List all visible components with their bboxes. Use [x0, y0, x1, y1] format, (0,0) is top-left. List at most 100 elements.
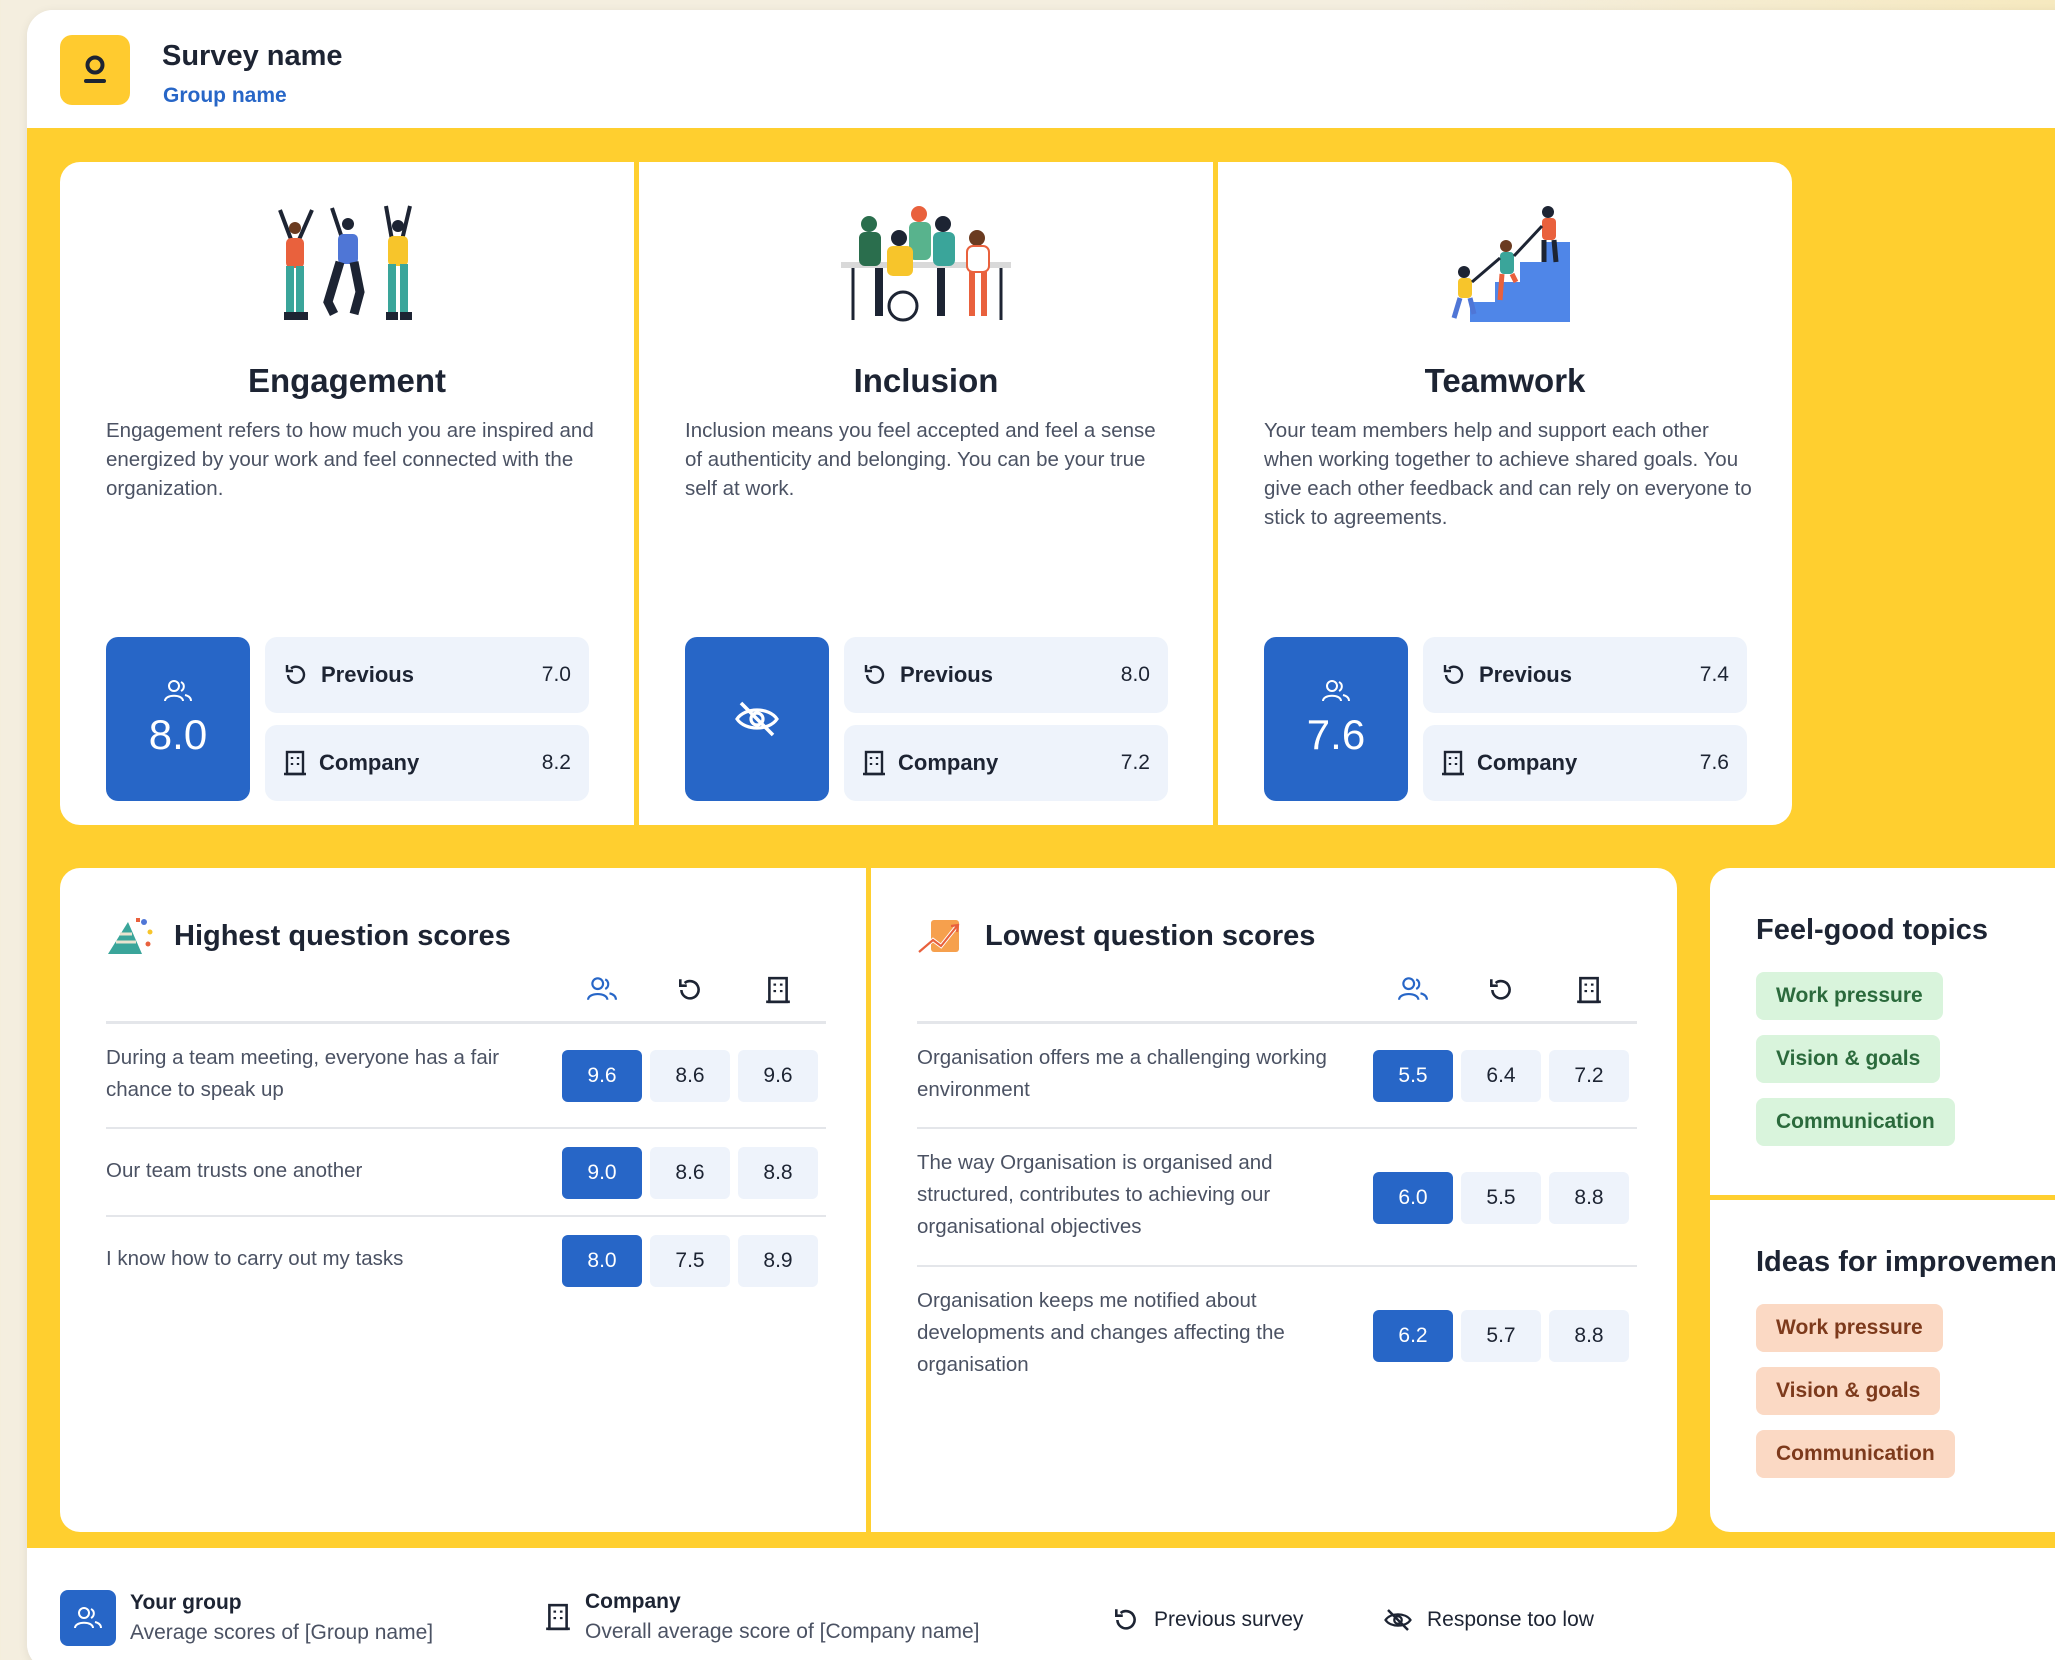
history-icon — [864, 665, 885, 684]
previous-score: 5.5 — [1461, 1172, 1541, 1224]
previous-value: 7.0 — [541, 663, 571, 686]
improvement-chip[interactable]: Communication — [1756, 1430, 1955, 1478]
column-icons — [60, 976, 866, 1016]
legend-previous-survey: Previous survey — [1112, 1606, 1303, 1634]
report-board: Engagement Engagement refers to how much… — [27, 128, 2055, 1548]
people-icon — [1398, 977, 1428, 1001]
legend-your-group: Your group Average scores of [Group name… — [60, 1590, 433, 1646]
previous-value: 7.4 — [1699, 663, 1729, 686]
question-text: Organisation keeps me notified about dev… — [917, 1289, 1285, 1376]
improvement-chip[interactable]: Work pressure — [1756, 1304, 1943, 1352]
feel-good-chip[interactable]: Work pressure — [1756, 972, 1943, 1020]
feel-good-chip[interactable]: Communication — [1756, 1098, 1955, 1146]
feel-good-title: Feel-good topics — [1756, 914, 1988, 946]
legend-response-low-label: Response too low — [1427, 1608, 1594, 1631]
company-value: 8.2 — [541, 751, 571, 774]
previous-label: Previous — [321, 662, 414, 687]
company-value: 7.2 — [1120, 751, 1150, 774]
history-icon — [1490, 979, 1511, 1000]
question-text: I know how to carry out my tasks — [106, 1247, 404, 1270]
legend-company-sub: Overall average score of [Company name] — [585, 1620, 980, 1643]
previous-score-row: Previous 8.0 — [844, 637, 1168, 713]
company-score: 8.8 — [1549, 1172, 1629, 1224]
topic-card-teamwork: Teamwork Your team members help and supp… — [1218, 162, 1792, 825]
inclusion-illustration — [639, 202, 1213, 327]
party-popper-icon — [108, 918, 153, 954]
feel-good-chip[interactable]: Vision & goals — [1756, 1035, 1941, 1083]
group-score-value: 7.6 — [1306, 711, 1366, 758]
previous-column-icon — [1461, 976, 1541, 1004]
topic-card-inclusion: Inclusion Inclusion means you feel accep… — [639, 162, 1213, 825]
company-score-row: Company 7.6 — [1423, 725, 1747, 801]
previous-label: Previous — [1479, 662, 1572, 687]
history-icon — [1443, 665, 1464, 684]
group-name-link[interactable]: Group name — [163, 84, 287, 108]
lowest-scores-header: Lowest question scores — [917, 916, 1315, 956]
building-icon — [1577, 976, 1601, 1004]
legend-previous-label: Previous survey — [1154, 1608, 1304, 1631]
company-score-row: Company 7.2 — [844, 725, 1168, 801]
building-icon — [284, 750, 306, 776]
company-score: 8.9 — [738, 1235, 818, 1287]
question-text: During a team meeting, everyone has a fa… — [106, 1046, 500, 1101]
previous-label: Previous — [900, 662, 993, 687]
previous-score-row: Previous 7.4 — [1423, 637, 1747, 713]
group-legend-icon — [60, 1590, 116, 1646]
company-value: 7.6 — [1699, 751, 1729, 774]
question-row: Our team trusts one another 9.0 8.6 8.8 — [106, 1129, 826, 1217]
group-column-icon — [562, 976, 642, 1002]
topic-description: Inclusion means you feel accepted and fe… — [685, 419, 1156, 500]
company-column-icon — [1549, 976, 1629, 1004]
building-icon — [766, 976, 790, 1004]
group-score: 9.0 — [562, 1147, 642, 1199]
people-icon — [164, 680, 192, 702]
person-icon — [84, 55, 106, 83]
group-column-icon — [1373, 976, 1453, 1002]
previous-score-row: Previous 7.0 — [265, 637, 589, 713]
improvement-chip[interactable]: Vision & goals — [1756, 1367, 1941, 1415]
teamwork-illustration — [1218, 202, 1792, 327]
previous-column-icon — [650, 976, 730, 1004]
group-score: 6.0 — [1373, 1172, 1453, 1224]
people-icon — [1322, 680, 1350, 702]
history-icon — [679, 979, 700, 1000]
topic-card-engagement: Engagement Engagement refers to how much… — [60, 162, 634, 825]
ideas-title: Ideas for improvement — [1756, 1246, 2055, 1278]
history-icon — [1115, 1609, 1136, 1630]
group-score-box[interactable]: 8.0 — [106, 637, 250, 801]
topic-description: Your team members help and support each … — [1264, 419, 1752, 529]
topic-title: Inclusion — [853, 362, 999, 399]
question-row: Organisation offers me a challenging wor… — [917, 1024, 1637, 1129]
previous-score: 5.7 — [1461, 1310, 1541, 1362]
survey-name: Survey name — [162, 40, 343, 72]
report-header: Survey name Group name — [27, 10, 2055, 128]
company-label: Company — [898, 750, 999, 775]
column-icons — [871, 976, 1677, 1016]
highest-scores-title: Highest question scores — [174, 919, 511, 952]
company-score: 8.8 — [738, 1147, 818, 1199]
company-score: 7.2 — [1549, 1050, 1629, 1102]
engagement-illustration — [60, 202, 634, 327]
building-icon — [863, 750, 885, 776]
previous-value: 8.0 — [1120, 663, 1150, 686]
history-icon — [285, 665, 306, 684]
people-icon — [587, 977, 617, 1001]
eye-off-icon — [735, 701, 779, 737]
company-label: Company — [1477, 750, 1578, 775]
lowest-scores-title: Lowest question scores — [985, 919, 1316, 952]
group-score-box-hidden[interactable] — [685, 637, 829, 801]
company-score: 9.6 — [738, 1050, 818, 1102]
previous-score: 8.6 — [650, 1050, 730, 1102]
trend-chart-icon — [917, 920, 960, 954]
legend-company: Company Overall average score of [Compan… — [545, 1590, 980, 1644]
feel-good-topics-card: Feel-good topics Work pressure Vision & … — [1710, 868, 2055, 1195]
survey-report-frame: Survey name Group name Engagement Engage… — [27, 10, 2055, 1660]
people-icon — [74, 1607, 102, 1629]
previous-score: 8.6 — [650, 1147, 730, 1199]
question-text: The way Organisation is organised and st… — [917, 1151, 1273, 1238]
company-column-icon — [738, 976, 818, 1004]
lowest-scores-card: Lowest question scores Organisation offe… — [871, 868, 1677, 1532]
group-score-box[interactable]: 7.6 — [1264, 637, 1408, 801]
question-row: During a team meeting, everyone has a fa… — [106, 1024, 826, 1129]
survey-logo — [60, 35, 130, 105]
